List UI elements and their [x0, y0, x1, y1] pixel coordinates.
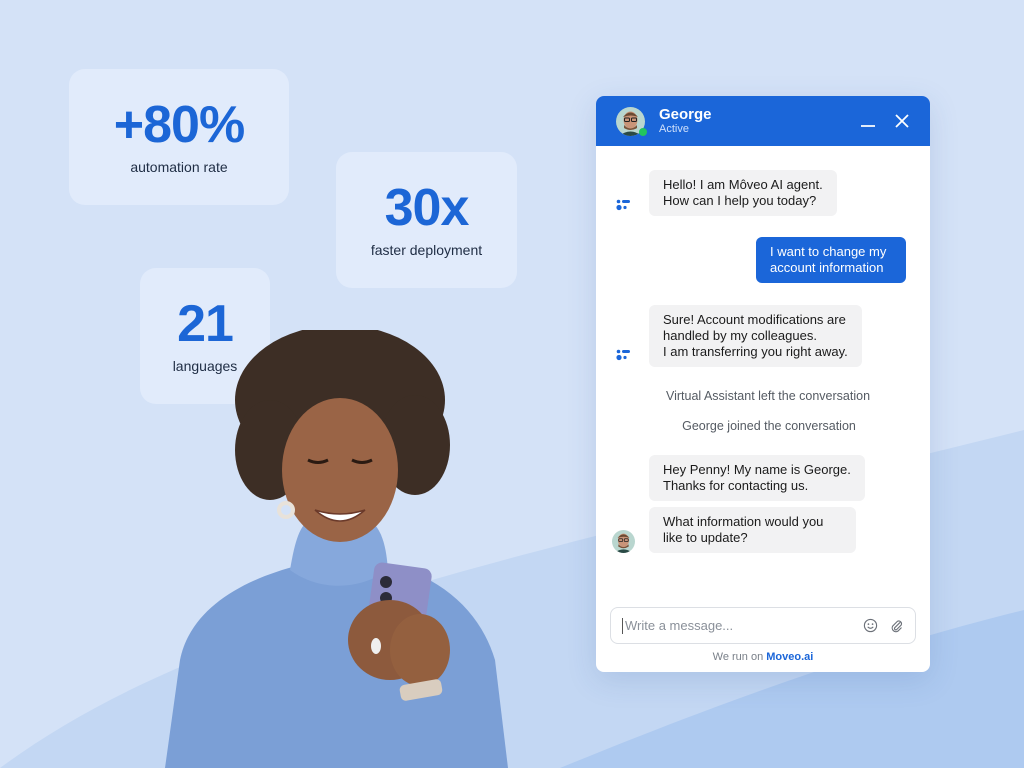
close-button[interactable]	[890, 109, 914, 133]
system-message: Virtual Assistant left the conversation	[665, 389, 871, 403]
bot-message: Sure! Account modifications are handled …	[649, 305, 862, 367]
stat-value: +80%	[113, 96, 245, 154]
agent-face-icon	[612, 530, 635, 553]
stat-card-automation: +80% automation rate	[69, 69, 289, 205]
message-composer	[610, 607, 916, 644]
paperclip-icon	[891, 620, 902, 633]
emoji-button[interactable]	[861, 617, 879, 635]
agent-name: George	[659, 106, 712, 123]
bot-message: Hello! I am Môveo AI agent. How can I he…	[649, 170, 837, 216]
user-message: I want to change my account information	[756, 237, 906, 283]
attach-button[interactable]	[887, 617, 905, 635]
moveo-link[interactable]: Moveo.ai	[766, 651, 813, 663]
agent-message-avatar	[612, 530, 635, 553]
stat-card-deployment: 30x faster deployment	[336, 152, 517, 288]
person-with-phone-illustration	[165, 330, 508, 768]
stat-label: faster deployment	[370, 242, 483, 258]
agent-message: What information would you like to updat…	[649, 507, 856, 553]
minimize-button[interactable]	[856, 109, 880, 133]
agent-message: Hey Penny! My name is George. Thanks for…	[649, 455, 865, 501]
stat-value: 30x	[384, 179, 470, 237]
bot-icon	[616, 199, 630, 211]
close-icon	[895, 114, 909, 128]
agent-avatar	[616, 106, 647, 136]
agent-status: Active	[659, 123, 689, 135]
chat-widget: George Active Hello! I am Môveo AI agent…	[596, 96, 930, 672]
powered-by: We run on Moveo.ai	[596, 651, 930, 663]
system-message: George joined the conversation	[682, 419, 856, 433]
bot-icon	[616, 349, 630, 361]
minimize-icon	[861, 125, 875, 127]
message-input[interactable]	[622, 617, 853, 634]
online-status-dot	[639, 127, 647, 136]
powered-by-prefix: We run on	[712, 651, 764, 663]
emoji-icon	[863, 618, 877, 633]
message-list: Hello! I am Môveo AI agent. How can I he…	[596, 146, 930, 606]
chat-header: George Active	[596, 96, 930, 146]
stat-label: automation rate	[130, 159, 228, 175]
